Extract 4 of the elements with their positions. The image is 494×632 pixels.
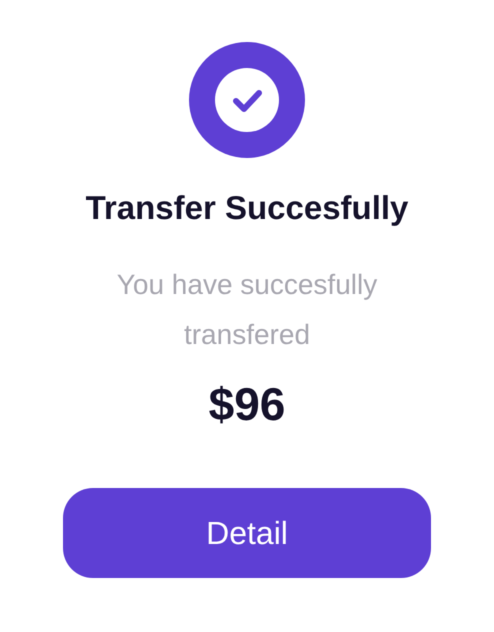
detail-button[interactable]: Detail <box>63 488 431 578</box>
amount: $96 <box>208 377 286 432</box>
message: You have succesfully transfered <box>116 268 378 352</box>
title: Transfer Succesfully <box>86 188 408 228</box>
